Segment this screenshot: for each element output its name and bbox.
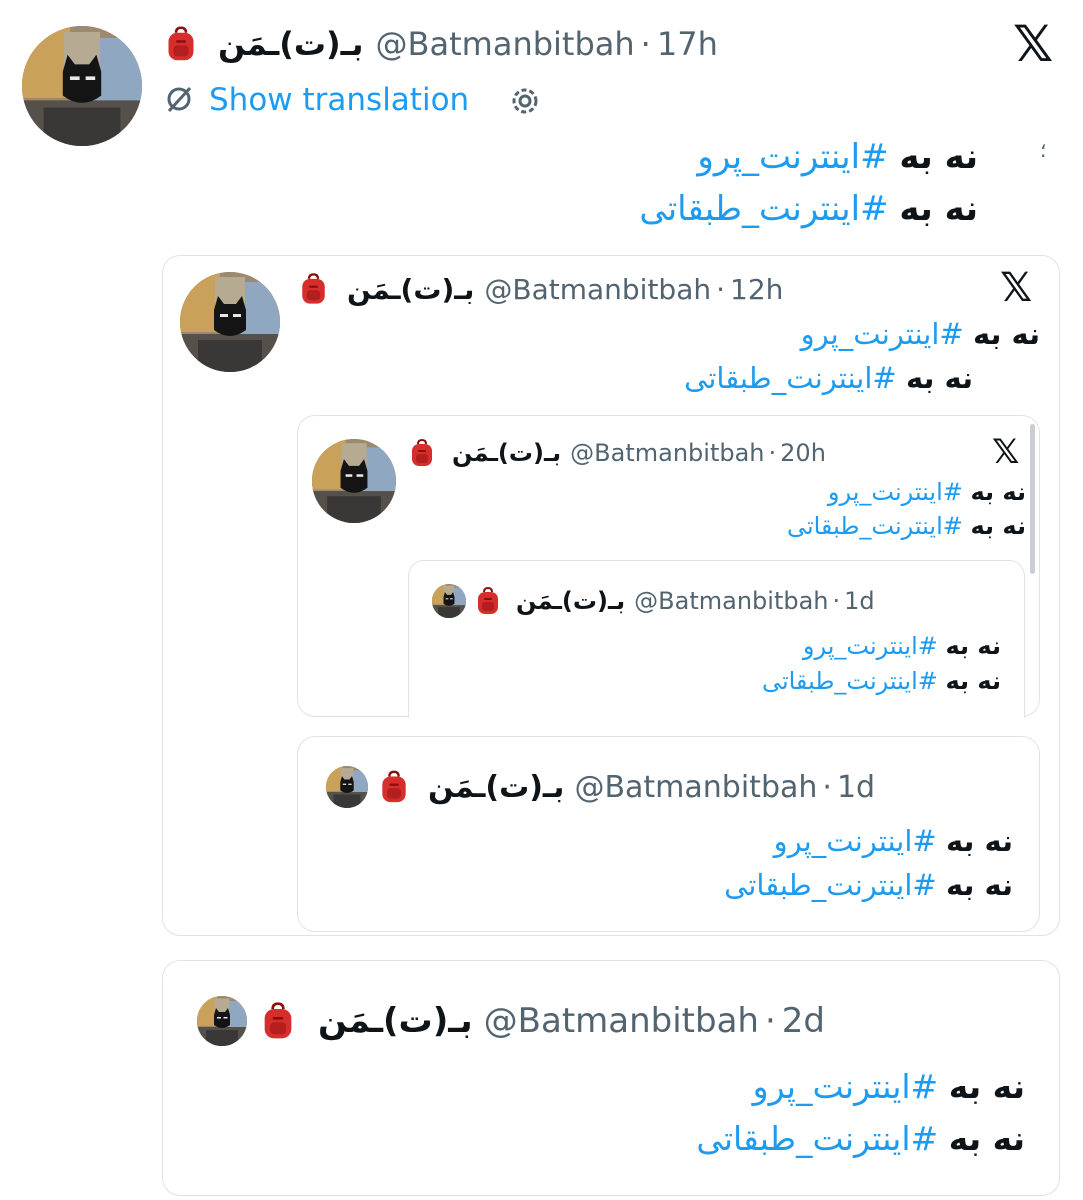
timestamp[interactable]: 12h: [730, 273, 783, 306]
text-prefix: نه به: [948, 1067, 1025, 1106]
timestamp[interactable]: 2d: [782, 1001, 825, 1041]
user-handle[interactable]: @Batmanbitbah: [634, 587, 828, 615]
avatar[interactable]: [312, 439, 396, 523]
tweet-text-line-2: نه به #اینترنت_طبقاتی: [639, 186, 978, 232]
avatar-image: [326, 766, 368, 808]
separator-dot: ·: [764, 1001, 776, 1041]
quoted-tweet-header: بـ(ت)ـمَن @Batmanbitbah · 2d: [262, 998, 825, 1044]
tweet-text-line-2: نه به #اینترنت_طبقاتی: [696, 1116, 1025, 1162]
tweet-text-line-1: نه به #اینترنت_پرو: [803, 629, 1001, 663]
quoted-tweet-header: بـ(ت)ـمَن @Batmanbitbah · 1d: [380, 766, 875, 808]
tweet-text-line-2: نه به #اینترنت_طبقاتی: [787, 509, 1026, 543]
gear-icon[interactable]: [508, 84, 542, 118]
stray-mark: ؛: [1040, 138, 1047, 162]
backpack-emoji-icon: [380, 770, 408, 804]
avatar-image: [180, 272, 280, 372]
avatar-image: [312, 439, 396, 523]
user-handle[interactable]: @Batmanbitbah: [570, 439, 764, 467]
tweet-text-line-2: نه به #اینترنت_طبقاتی: [762, 664, 1001, 698]
hashtag-link[interactable]: #اینترنت_پرو: [697, 137, 888, 177]
tweet-text-line-1: نه به #اینترنت_پرو: [753, 1064, 1025, 1110]
user-handle[interactable]: @Batmanbitbah: [484, 1001, 759, 1041]
text-prefix: نه به: [945, 632, 1002, 660]
tweet-text-line-2: نه به #اینترنت_طبقاتی: [684, 358, 973, 398]
hashtag-link[interactable]: #اینترنت_طبقاتی: [684, 361, 897, 395]
display-name[interactable]: بـ(ت)ـمَن: [218, 25, 364, 63]
separator-dot: ·: [716, 272, 725, 306]
tweet-text-line-1: نه به #اینترنت_پرو: [697, 134, 978, 180]
card-clip: [400, 718, 1040, 732]
hashtag-link[interactable]: #اینترنت_طبقاتی: [787, 512, 963, 540]
hashtag-link[interactable]: #اینترنت_طبقاتی: [724, 868, 937, 902]
hashtag-link[interactable]: #اینترنت_طبقاتی: [696, 1119, 938, 1158]
hashtag-link[interactable]: #اینترنت_پرو: [753, 1067, 939, 1106]
x-logo-icon[interactable]: 𝕏: [1013, 16, 1053, 72]
hashtag-link[interactable]: #اینترنت_طبقاتی: [639, 189, 888, 229]
x-logo-icon[interactable]: 𝕏: [1000, 265, 1032, 311]
avatar-image: [197, 996, 247, 1046]
quoted-tweet-header: بـ(ت)ـمَن @Batmanbitbah · 1d: [476, 584, 875, 618]
text-prefix: نه به: [970, 512, 1027, 540]
display-name[interactable]: بـ(ت)ـمَن: [318, 1001, 473, 1041]
backpack-emoji-icon: [410, 439, 434, 467]
avatar[interactable]: [197, 996, 247, 1046]
hashtag-link[interactable]: #اینترنت_پرو: [774, 824, 937, 858]
avatar[interactable]: [22, 26, 142, 146]
avatar-image: [22, 26, 142, 146]
timestamp[interactable]: 20h: [780, 439, 826, 467]
tweet-text-line-2: نه به #اینترنت_طبقاتی: [724, 864, 1013, 906]
quoted-tweet-header: بـ(ت)ـمَن @Batmanbitbah · 12h: [300, 270, 783, 308]
user-handle[interactable]: @Batmanbitbah: [574, 770, 817, 805]
text-prefix: نه به: [905, 361, 973, 395]
display-name[interactable]: بـ(ت)ـمَن: [428, 770, 564, 805]
text-prefix: نه به: [948, 1119, 1025, 1158]
tweet-header: بـ(ت)ـمَن @Batmanbitbah · 17h: [166, 22, 718, 66]
text-prefix: نه به: [972, 317, 1040, 351]
display-name[interactable]: بـ(ت)ـمَن: [347, 273, 474, 306]
backpack-emoji-icon: [300, 273, 327, 305]
show-translation-link[interactable]: Show translation: [209, 80, 469, 120]
hashtag-link[interactable]: #اینترنت_پرو: [801, 317, 964, 351]
timestamp[interactable]: 1d: [837, 770, 875, 805]
text-prefix: نه به: [945, 824, 1013, 858]
text-prefix: نه به: [899, 189, 978, 229]
backpack-emoji-icon: [262, 1002, 294, 1040]
tweet-text-line-1: نه به #اینترنت_پرو: [774, 820, 1013, 862]
tweet-text-line-1: نه به #اینترنت_پرو: [828, 475, 1026, 509]
display-name[interactable]: بـ(ت)ـمَن: [516, 587, 625, 615]
separator-dot: ·: [822, 769, 832, 805]
hashtag-link[interactable]: #اینترنت_طبقاتی: [762, 667, 938, 695]
text-prefix: نه به: [945, 868, 1013, 902]
separator-dot: ·: [640, 25, 651, 63]
separator-dot: ·: [768, 439, 777, 467]
user-handle[interactable]: @Batmanbitbah: [484, 273, 711, 306]
separator-dot: ·: [832, 587, 841, 615]
timestamp[interactable]: 17h: [657, 25, 718, 63]
hashtag-link[interactable]: #اینترنت_پرو: [803, 632, 938, 660]
timestamp[interactable]: 1d: [844, 587, 875, 615]
avatar[interactable]: [432, 584, 466, 618]
avatar[interactable]: [326, 766, 368, 808]
backpack-emoji-icon: [166, 26, 196, 62]
quoted-tweet-header: بـ(ت)ـمَن @Batmanbitbah · 20h: [410, 436, 826, 470]
user-handle[interactable]: @Batmanbitbah: [376, 25, 635, 63]
text-prefix: نه به: [899, 137, 978, 177]
x-logo-icon[interactable]: 𝕏: [992, 432, 1019, 472]
avatar[interactable]: [180, 272, 280, 372]
hashtag-link[interactable]: #اینترنت_پرو: [828, 478, 963, 506]
tweet-text-line-1: نه به #اینترنت_پرو: [801, 314, 1040, 354]
translate-off-icon: [167, 86, 192, 113]
scrollbar[interactable]: [1030, 424, 1035, 574]
text-prefix: نه به: [970, 478, 1027, 506]
avatar-image: [432, 584, 466, 618]
text-prefix: نه به: [945, 667, 1002, 695]
backpack-emoji-icon: [476, 587, 500, 615]
display-name[interactable]: بـ(ت)ـمَن: [452, 439, 561, 467]
